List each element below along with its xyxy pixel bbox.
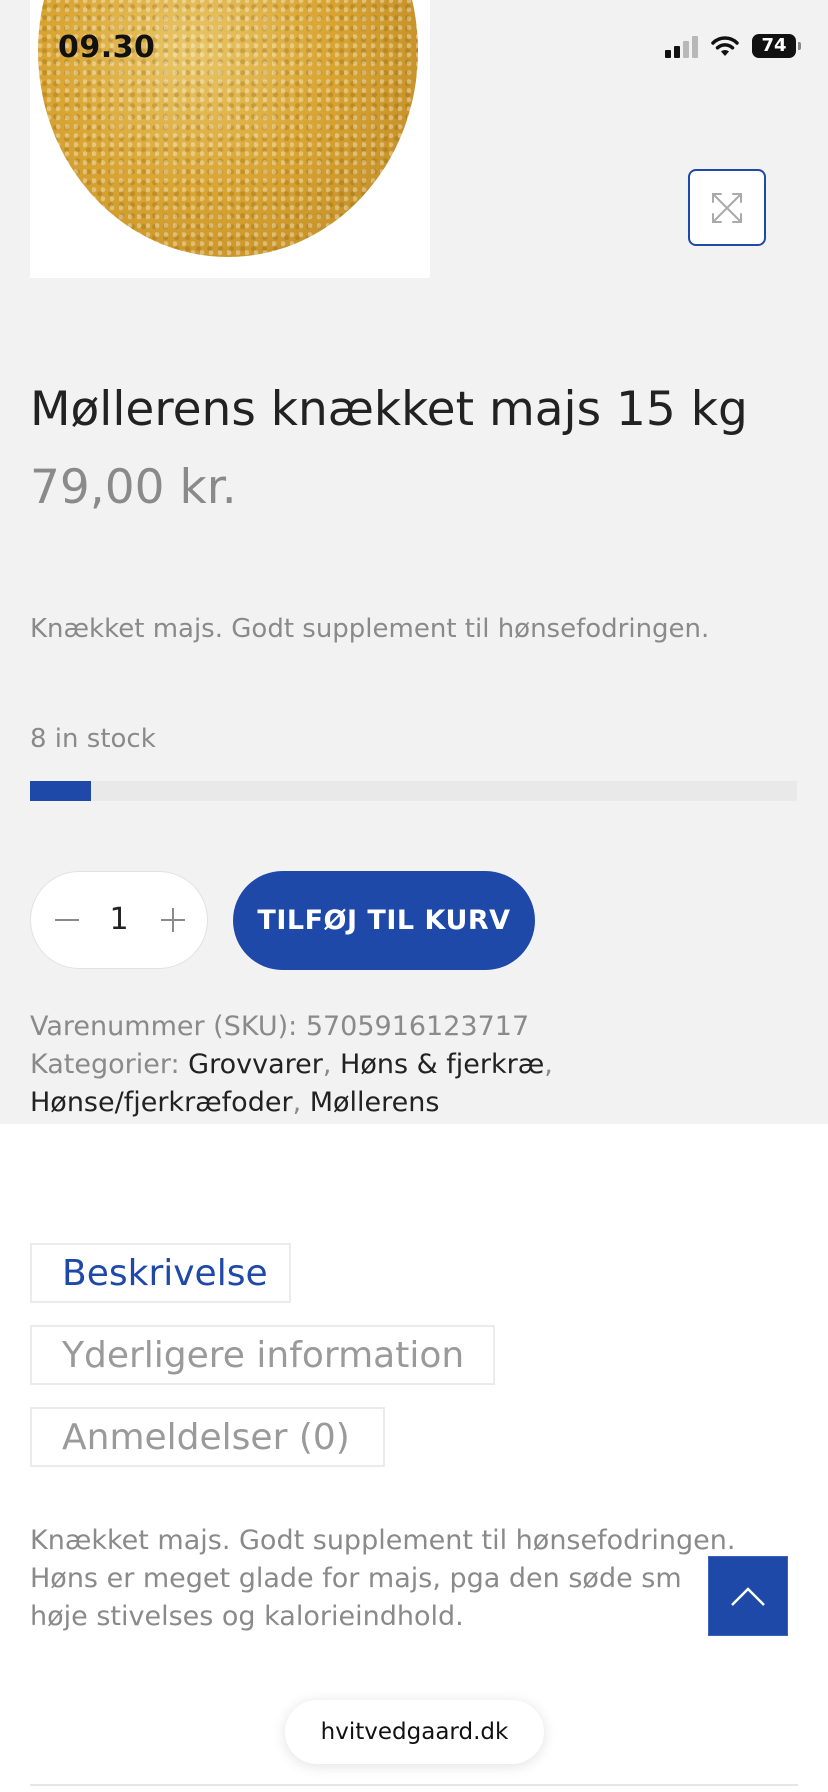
product-title: Møllerens knækket majs 15 kg (30, 382, 748, 437)
description-line: Knækket majs. Godt supplement til hønsef… (30, 1525, 736, 1556)
quantity-input[interactable]: 1 (95, 896, 143, 944)
status-icons: 74 (665, 34, 801, 58)
categories-label: Kategorier: (30, 1049, 180, 1080)
minus-icon (55, 919, 79, 921)
plus-icon (161, 908, 185, 932)
tab-reviews[interactable]: Anmeldelser (0) (30, 1407, 385, 1467)
description-content: Knækket majs. Godt supplement til hønsef… (30, 1522, 790, 1636)
sku-line: Varenummer (SKU): 5705916123717 (30, 1008, 800, 1046)
tab-additional-information[interactable]: Yderligere information (30, 1325, 495, 1385)
tab-description[interactable]: Beskrivelse (30, 1243, 291, 1303)
divider (30, 1784, 798, 1786)
category-link[interactable]: Møllerens (310, 1087, 440, 1118)
quantity-stepper: 1 (30, 871, 208, 969)
add-to-cart-button[interactable]: TILFØJ TIL KURV (233, 871, 535, 970)
stock-status: 8 in stock (30, 724, 156, 754)
quantity-decrease-button[interactable] (45, 896, 89, 944)
stock-level-fill (30, 781, 92, 801)
expand-icon (712, 192, 742, 223)
quantity-increase-button[interactable] (151, 896, 195, 944)
sku-label: Varenummer (SKU): (30, 1011, 298, 1042)
cellular-signal-icon (665, 34, 698, 58)
battery-icon: 74 (752, 34, 801, 58)
product-page: 09.30 74 Møllerens knækket majs 15 kg 79… (0, 0, 828, 1792)
zoom-button[interactable] (688, 169, 766, 246)
short-description: Knækket majs. Godt supplement til hønsef… (30, 614, 710, 644)
sku-value: 5705916123717 (305, 1011, 530, 1042)
status-time: 09.30 (58, 30, 156, 65)
product-price: 79,00 kr. (30, 460, 237, 515)
description-line: Høns er meget glade for majs, pga den sø… (30, 1563, 682, 1594)
browser-url-bar[interactable]: hvitvedgaard.dk (285, 1700, 544, 1764)
wifi-icon (711, 36, 739, 56)
category-link[interactable]: Grovvarer (188, 1049, 323, 1080)
category-link[interactable]: Høns & fjerkræ (340, 1049, 544, 1080)
categories-line: Kategorier: Grovvarer, Høns & fjerkræ, H… (30, 1049, 553, 1118)
stock-level-bar (30, 781, 797, 801)
scroll-to-top-button[interactable] (708, 1556, 788, 1636)
description-line: høje stivelses og kalorieindhold. (30, 1601, 464, 1632)
category-link[interactable]: Hønse/fjerkræfoder (30, 1087, 293, 1118)
chevron-up-icon (731, 1587, 765, 1606)
product-meta: Varenummer (SKU): 5705916123717 Kategori… (30, 1008, 800, 1122)
